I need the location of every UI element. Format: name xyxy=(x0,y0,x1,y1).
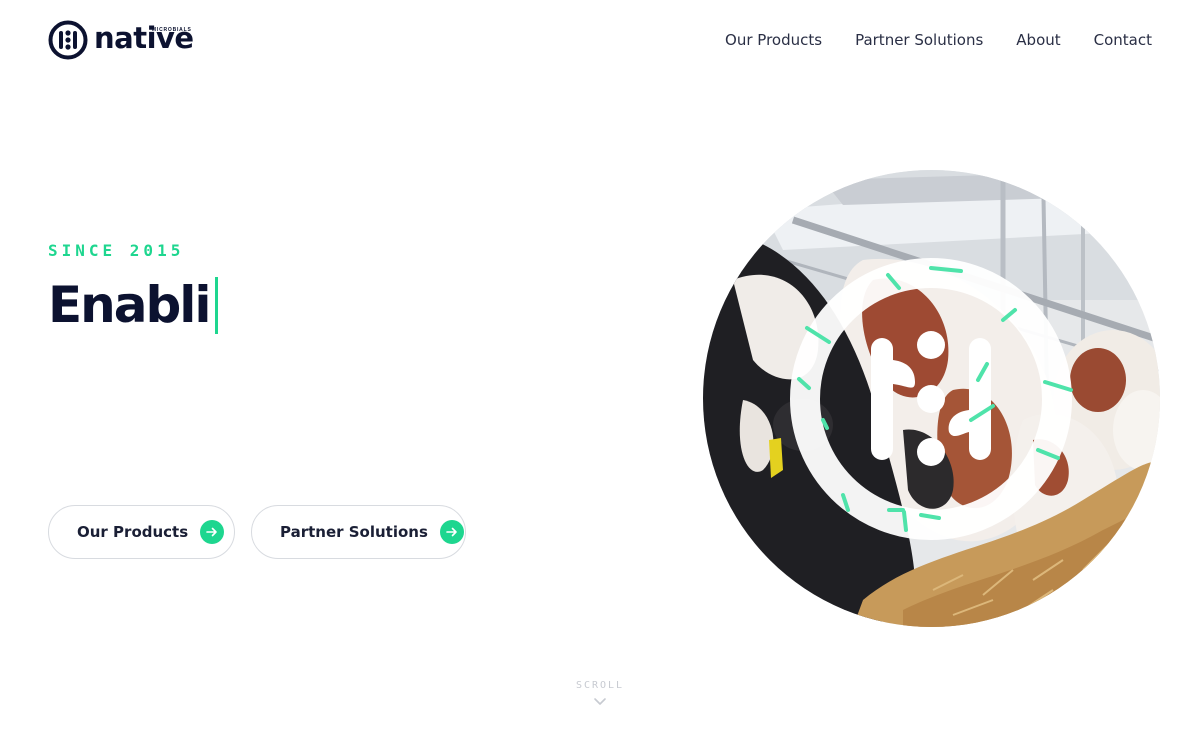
logo-tagline: MICROBIALS xyxy=(151,27,192,33)
cows-illustration xyxy=(703,170,1160,627)
hero-eyebrow: SINCE 2015 xyxy=(48,241,185,260)
our-products-button-label: Our Products xyxy=(77,523,189,541)
logo-mark-icon xyxy=(48,20,88,60)
arrow-right-icon xyxy=(439,520,464,544)
logo-wordmark: native xyxy=(94,21,194,55)
scroll-indicator[interactable]: SCROLL xyxy=(560,680,640,707)
nav-about[interactable]: About xyxy=(1016,30,1060,50)
partner-solutions-button[interactable]: Partner Solutions xyxy=(251,505,466,559)
brand-logo[interactable]: MICROBIALS native xyxy=(48,20,194,60)
hero-headline: Enabli xyxy=(48,275,218,335)
our-products-button[interactable]: Our Products xyxy=(48,505,235,559)
main-nav: Our Products Partner Solutions About Con… xyxy=(725,30,1152,50)
partner-solutions-button-label: Partner Solutions xyxy=(280,523,428,541)
chevron-down-icon xyxy=(594,698,606,705)
hero-headline-text: Enabli xyxy=(48,276,212,334)
nav-partner-solutions[interactable]: Partner Solutions xyxy=(855,30,983,50)
nav-our-products[interactable]: Our Products xyxy=(725,30,822,50)
arrow-right-icon xyxy=(200,520,225,544)
hero-image xyxy=(703,170,1160,627)
nav-contact[interactable]: Contact xyxy=(1094,30,1152,50)
typing-caret xyxy=(214,276,218,334)
scroll-label: SCROLL xyxy=(575,680,625,691)
